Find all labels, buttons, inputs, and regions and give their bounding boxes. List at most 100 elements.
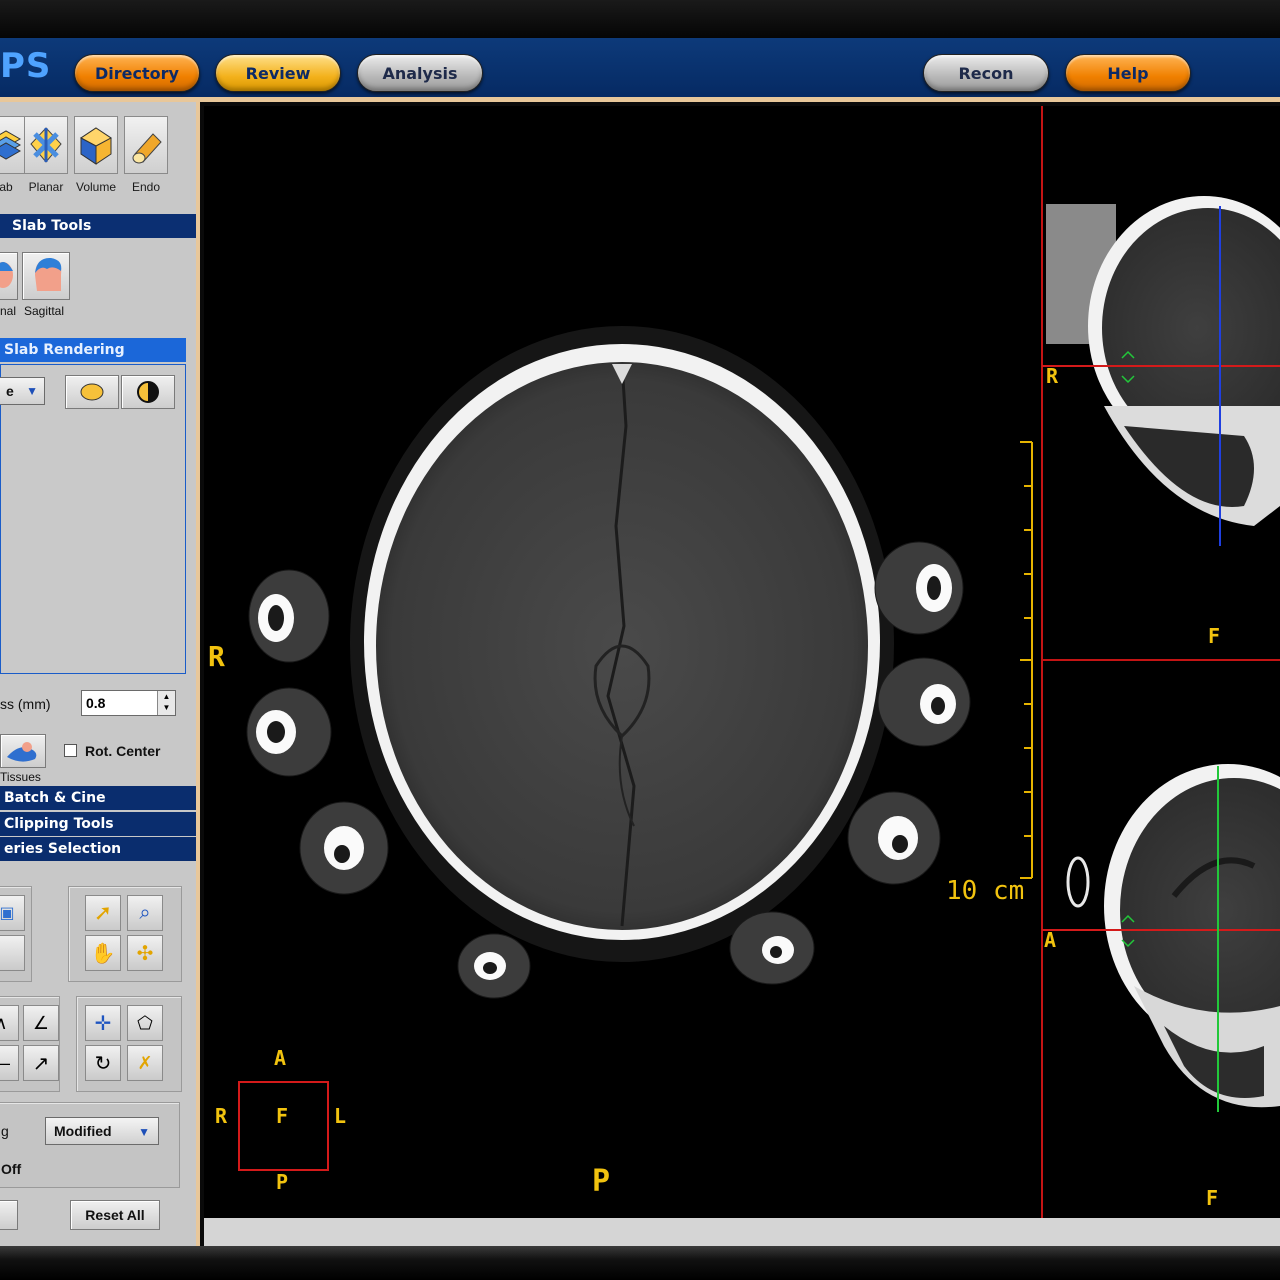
blob-icon — [80, 383, 104, 401]
slab-rendering-panel: e ▼ — [0, 364, 186, 674]
section-title: Batch & Cine — [4, 790, 106, 806]
volume-icon — [74, 116, 118, 174]
polygon-roi-tool[interactable]: ⬠ — [127, 1005, 163, 1041]
series-selection-header[interactable]: eries Selection — [0, 837, 196, 861]
section-title: Slab Rendering — [4, 342, 125, 358]
camera-tool[interactable]: ▣ — [0, 895, 25, 931]
cobb-angle-tool[interactable]: ∠ — [23, 1005, 59, 1041]
app-logo: PS — [0, 46, 52, 86]
nav-help-button[interactable]: Help — [1065, 54, 1191, 92]
angle-icon: ∧ — [0, 1012, 8, 1033]
nav-analysis-button[interactable]: Analysis — [357, 54, 483, 92]
endo-icon — [124, 116, 168, 174]
rotate-tool[interactable]: ↻ — [85, 1045, 121, 1081]
axial-slice[interactable] — [246, 326, 971, 999]
render-contrast-button[interactable] — [121, 375, 175, 409]
sagittal-label: Sagittal — [24, 304, 65, 318]
render-mode-dropdown[interactable]: e ▼ — [0, 377, 45, 405]
rotate-icon: ↻ — [94, 1052, 112, 1075]
pointer-tool[interactable]: ➚ — [85, 895, 121, 931]
line-icon: — — [0, 1053, 10, 1074]
display-options-box: g Modified ▼ Off — [0, 1102, 180, 1188]
monitor-bezel-bottom — [0, 1246, 1280, 1280]
toolbox-roi: ✛ ⬠ ↻ ✗ — [76, 996, 182, 1092]
zoom-tool[interactable]: ⌕ — [127, 895, 163, 931]
sagittal-orient-left: A — [1044, 928, 1057, 952]
coronal-view-button[interactable] — [0, 252, 18, 300]
tissues-button[interactable] — [0, 734, 46, 768]
arrow-icon: ↗ — [32, 1052, 50, 1075]
section-title: Clipping Tools — [4, 816, 114, 832]
line-tool[interactable]: — — [0, 1045, 19, 1081]
reset-all-button[interactable]: Reset All — [70, 1200, 160, 1230]
rotate3d-tool[interactable]: ✣ — [127, 935, 163, 971]
off-label: Off — [1, 1161, 22, 1177]
angle-tool[interactable]: ∧ — [0, 1005, 19, 1041]
partial-left-button[interactable] — [0, 1200, 18, 1230]
blank-tool[interactable] — [0, 935, 25, 971]
cube-left: R — [215, 1104, 228, 1128]
sagittal-orient-bottom: F — [1206, 1186, 1219, 1210]
coronal-label: nal — [0, 304, 17, 318]
pan-tool[interactable]: ✋ — [85, 935, 121, 971]
delete-roi-icon: ✗ — [137, 1052, 153, 1073]
cube-top: A — [274, 1046, 287, 1070]
slab-tools-header[interactable]: Slab Tools — [0, 214, 196, 238]
arrow-pointer-icon: ➚ — [93, 900, 113, 925]
nav-directory-button[interactable]: Directory — [74, 54, 200, 92]
chevron-down-icon: ▼ — [138, 1125, 150, 1139]
ct-images — [238, 106, 1280, 1218]
mode-planar[interactable]: Planar — [22, 112, 70, 200]
spinner-arrows-icon[interactable]: ▲ ▼ — [157, 691, 175, 715]
nav-review-button[interactable]: Review — [215, 54, 341, 92]
section-title: Slab Tools — [12, 218, 92, 234]
planar-icon — [24, 116, 68, 174]
left-tool-panel: ab Planar Volume Endo Slab Tools nal Sag… — [0, 102, 200, 1246]
rotate-3d-icon: ✣ — [136, 942, 154, 965]
arrow-tool[interactable]: ↗ — [23, 1045, 59, 1081]
dropdown-value: Modified — [54, 1123, 112, 1139]
app-header: PS Directory Review Analysis Recon Help — [0, 38, 1280, 102]
cobb-angle-icon: ∠ — [32, 1012, 50, 1033]
thickness-value: 0.8 — [86, 695, 106, 711]
thickness-label: ss (mm) — [0, 696, 51, 712]
section-title: eries Selection — [4, 841, 122, 857]
tissues-label: Tissues — [0, 770, 41, 784]
render-soft-button[interactable] — [65, 375, 119, 409]
cube-center: F — [276, 1104, 289, 1128]
delete-roi-tool[interactable]: ✗ — [127, 1045, 163, 1081]
cube-bottom: P — [276, 1170, 289, 1194]
cube-right: L — [334, 1104, 347, 1128]
slab-rendering-header[interactable]: Slab Rendering — [0, 338, 186, 362]
mode-endo[interactable]: Endo — [122, 112, 170, 200]
dropdown-value: e — [6, 383, 14, 399]
sagittal-slice[interactable] — [1042, 764, 1280, 1112]
mode-label: Planar — [28, 180, 64, 194]
nav-recon-button[interactable]: Recon — [923, 54, 1049, 92]
coronal-orient-bottom: F — [1208, 624, 1221, 648]
mode-label: Endo — [131, 180, 161, 194]
axial-orient-bottom: P — [592, 1164, 611, 1199]
sagittal-head-icon — [35, 257, 62, 291]
clipping-tools-header[interactable]: Clipping Tools — [0, 812, 196, 836]
thickness-input[interactable]: 0.8 ▲ ▼ — [81, 690, 176, 716]
display-mode-dropdown[interactable]: Modified ▼ — [45, 1117, 159, 1145]
axial-orient-left: R — [208, 640, 225, 673]
mode-bar: ab Planar Volume Endo — [0, 112, 196, 202]
option-label: g — [1, 1123, 9, 1139]
toolbox-left-top: ▣ — [0, 886, 32, 982]
sagittal-view-button[interactable] — [22, 252, 70, 300]
move-icon: ✛ — [94, 1012, 112, 1035]
chevron-down-icon: ▼ — [26, 384, 38, 398]
scale-value: 10 cm — [946, 876, 1025, 906]
coronal-orient-left: R — [1046, 364, 1059, 388]
mode-volume[interactable]: Volume — [72, 112, 120, 200]
rot-center-checkbox[interactable] — [64, 744, 77, 757]
move-tool[interactable]: ✛ — [85, 1005, 121, 1041]
scale-ruler — [1020, 441, 1033, 879]
polygon-icon: ⬠ — [137, 1012, 153, 1033]
coronal-slice[interactable] — [1042, 196, 1280, 546]
image-viewport[interactable]: R P 10 cm A R F L P R F A F — [204, 106, 1280, 1218]
batch-cine-header[interactable]: Batch & Cine — [0, 786, 196, 810]
toolbox-measure: ∧ ∠ — ↗ — [0, 996, 60, 1092]
